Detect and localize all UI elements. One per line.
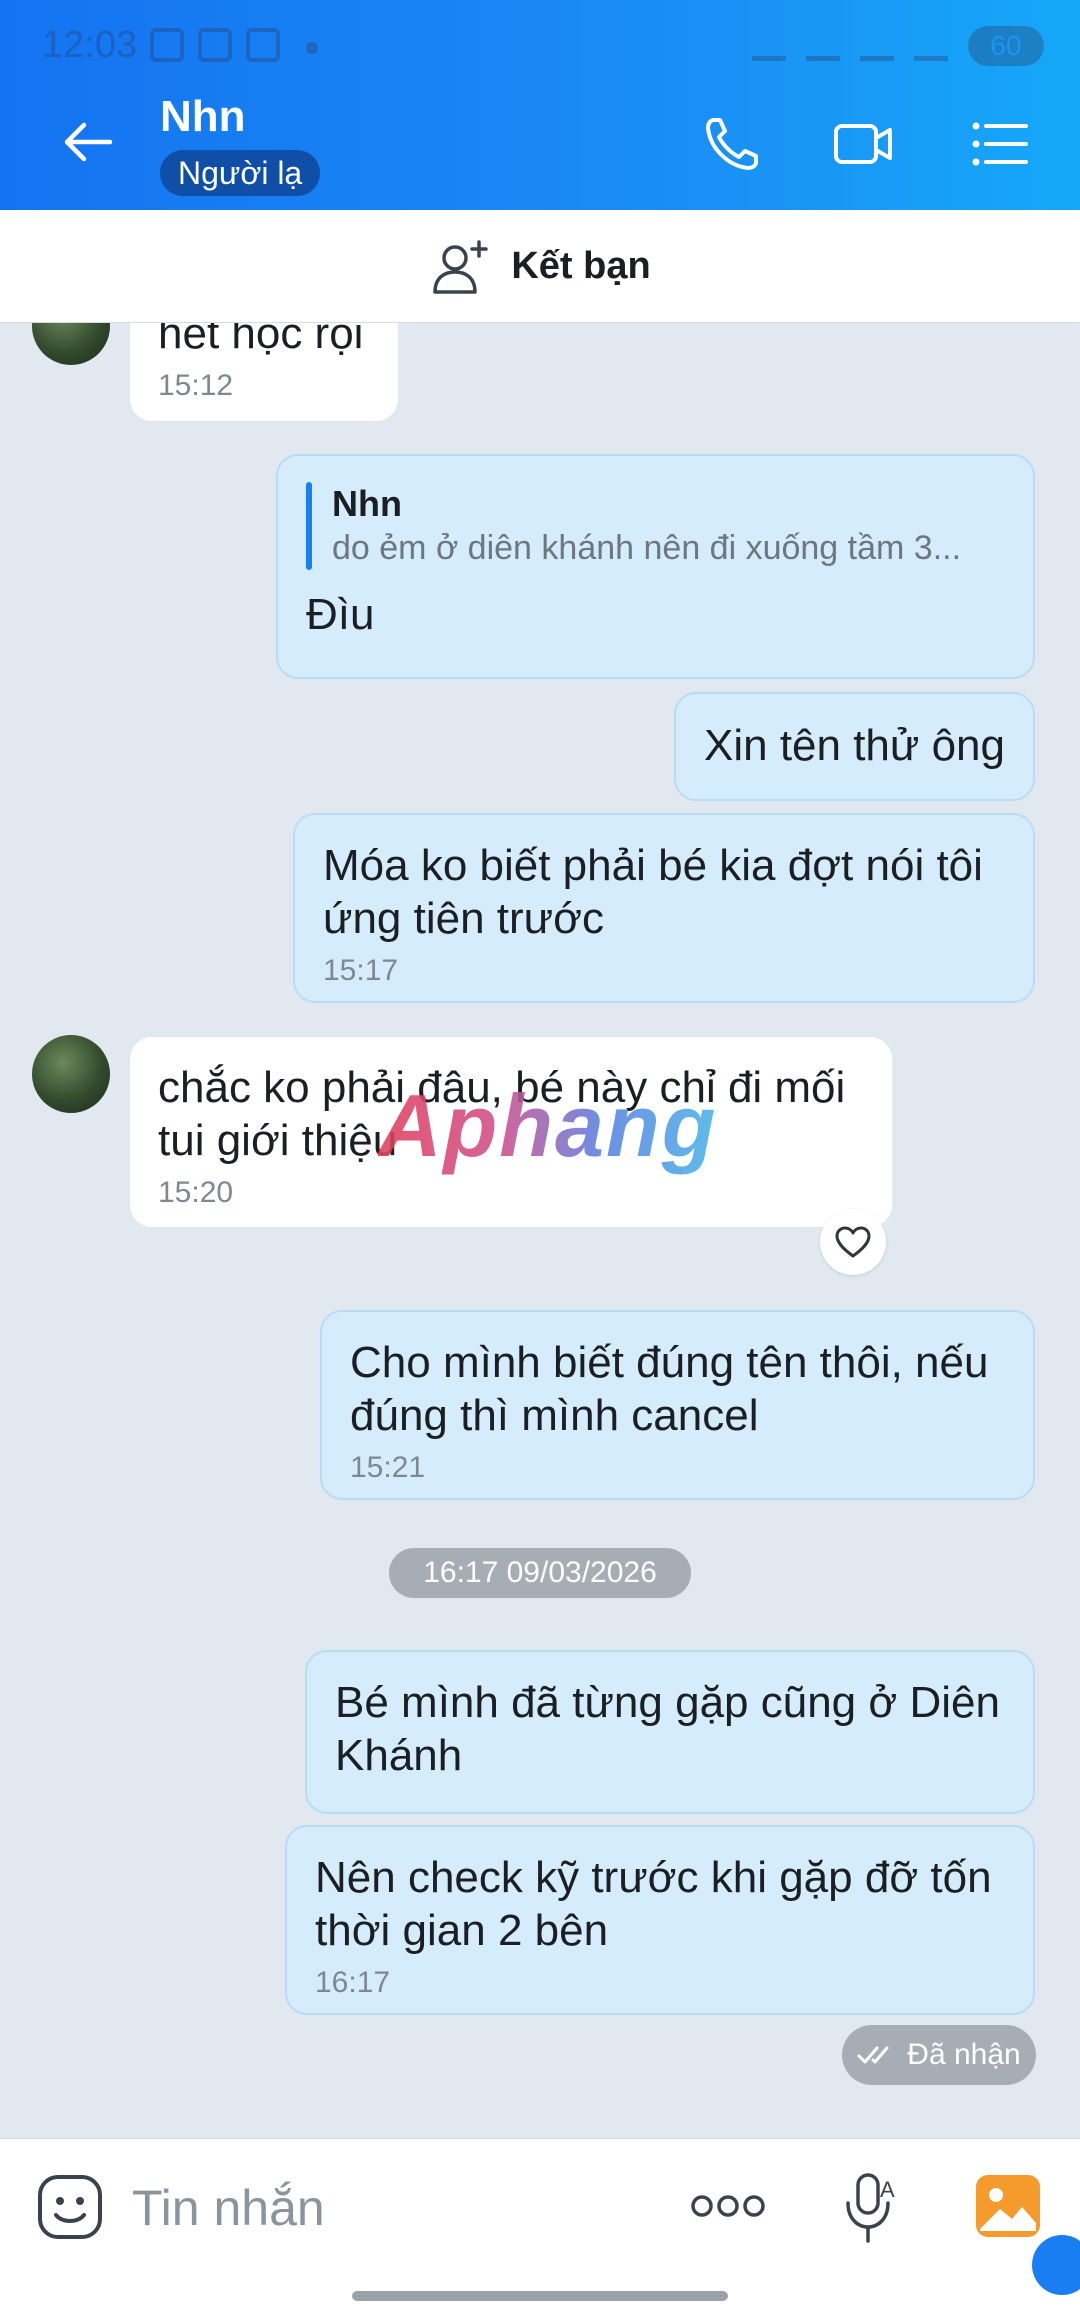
message-text: Xin tên thử ông	[704, 721, 1005, 770]
chat-header: 12:03 60 Nhn Người lạ	[0, 0, 1080, 210]
date-separator: 16:17 09/03/2026	[389, 1548, 691, 1598]
message-time: 15:12	[158, 369, 234, 402]
photo-gallery-icon[interactable]	[974, 2173, 1042, 2239]
back-arrow-icon[interactable]	[58, 112, 118, 172]
message-bubble-outgoing[interactable]: Cho mình biết đúng tên thôi, nếu đúng th…	[320, 1310, 1035, 1500]
message-text: Bé mình đã từng gặp cũng ở Diên Khánh	[335, 1678, 1000, 1780]
home-indicator[interactable]	[352, 2291, 728, 2301]
mute-icon	[752, 31, 786, 61]
signal-icon-2	[914, 31, 948, 61]
quoted-message[interactable]: Nhn do ẻm ở diên khánh nên đi xuống tầm …	[306, 482, 1005, 570]
heart-icon	[835, 1226, 871, 1258]
composer-bar: A	[0, 2138, 1080, 2317]
message-text: Cho mình biết đúng tên thôi, nếu đúng th…	[350, 1338, 989, 1440]
add-friend-bar[interactable]: Kết bạn	[0, 210, 1080, 323]
message-bubble-outgoing[interactable]: Bé mình đã từng gặp cũng ở Diên Khánh	[305, 1650, 1035, 1814]
quote-bar	[306, 482, 312, 570]
video-call-icon[interactable]	[832, 112, 896, 176]
react-heart-button[interactable]	[820, 1209, 886, 1275]
status-dot	[306, 42, 318, 54]
contact-name[interactable]: Nhn	[160, 92, 246, 142]
more-options-icon[interactable]	[690, 2191, 766, 2221]
quote-author: Nhn	[332, 483, 402, 524]
message-bubble-outgoing[interactable]: Nên check kỹ trước khi gặp đỡ tốn thời g…	[285, 1825, 1035, 2015]
message-bubble-incoming[interactable]: hết học rội 15:12	[130, 323, 398, 421]
status-time: 12:03	[42, 24, 138, 66]
message-text: Đìu	[306, 590, 375, 639]
chat-bubble-fab[interactable]	[1032, 2235, 1080, 2295]
status-right: 60	[752, 26, 1044, 66]
message-bubble-outgoing[interactable]: Xin tên thử ông	[674, 692, 1035, 801]
message-bubble-outgoing[interactable]: Móa ko biết phải bé kia đợt nói tôi ứng …	[293, 813, 1035, 1003]
notification-icons	[150, 28, 280, 62]
microphone-icon[interactable]: A	[842, 2171, 898, 2245]
quote-text: do ẻm ở diên khánh nên đi xuống tầm 3...	[332, 529, 962, 567]
phone-call-icon[interactable]	[700, 112, 764, 176]
avatar[interactable]	[32, 323, 110, 365]
message-time: 15:21	[350, 1451, 426, 1484]
status-bar: 12:03 60	[0, 0, 1080, 96]
emoji-sticker-icon[interactable]	[36, 2173, 104, 2241]
wifi-icon	[806, 31, 840, 61]
stranger-badge: Người lạ	[160, 150, 321, 196]
svg-text:A: A	[880, 2177, 895, 2202]
message-text: Móa ko biết phải bé kia đợt nói tôi ứng …	[323, 841, 983, 943]
watermark-logo: Aphang	[378, 1076, 718, 1175]
message-text: hết học rội	[158, 323, 364, 358]
double-check-icon	[857, 2046, 889, 2064]
add-friend-icon	[433, 240, 489, 294]
message-list[interactable]: hết học rội 15:12 Nhn do ẻm ở diên khánh…	[0, 323, 1080, 2138]
message-time: 15:20	[158, 1176, 234, 1209]
message-input[interactable]	[130, 2175, 634, 2241]
receipt-label: Đã nhận	[907, 2038, 1021, 2071]
receipt-status: Đã nhận	[842, 2025, 1036, 2085]
message-text: Nên check kỹ trước khi gặp đỡ tốn thời g…	[315, 1853, 992, 1955]
message-time: 15:17	[323, 954, 399, 987]
message-time: 16:17	[315, 1966, 391, 1999]
signal-icon	[860, 31, 894, 61]
battery-icon: 60	[968, 26, 1044, 66]
message-bubble-reply[interactable]: Nhn do ẻm ở diên khánh nên đi xuống tầm …	[276, 454, 1035, 679]
avatar[interactable]	[32, 1035, 110, 1113]
list-menu-icon[interactable]	[968, 112, 1032, 176]
add-friend-label: Kết bạn	[511, 244, 651, 287]
